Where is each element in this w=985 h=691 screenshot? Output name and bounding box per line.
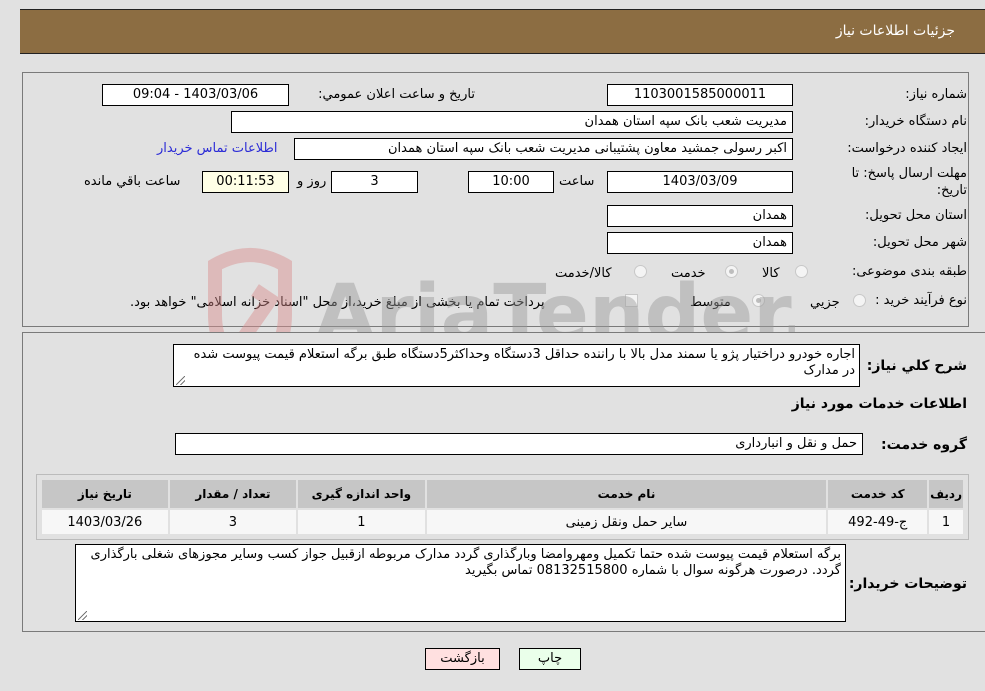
back-button[interactable]: بازگشت: [425, 648, 500, 670]
requester-field: اکبر رسولی جمشید معاون پشتیبانی مدیریت ش…: [294, 138, 793, 160]
purchase-type-label: نوع فرآیند خرید :: [875, 293, 967, 308]
col-header-service-code: کد خدمت: [826, 478, 930, 510]
resize-grip-icon[interactable]: [78, 611, 87, 620]
table-row: 1 ج-49-492 سایر حمل ونقل زمینی 1 3 1403/…: [40, 508, 965, 536]
treasury-checkbox[interactable]: [625, 294, 638, 307]
buyer-notes-label: توضيحات خريدار:: [848, 576, 967, 592]
col-header-unit: واحد اندازه گیری: [296, 478, 427, 510]
delivery-province-field: همدان: [607, 205, 793, 227]
buyer-org-field: مدیریت شعب بانک سپه استان همدان: [231, 111, 793, 133]
need-number-field: 1103001585000011: [607, 84, 793, 106]
services-heading: اطلاعات خدمات مورد نياز: [791, 396, 967, 412]
description-text: اجاره خودرو دراختیار پژو یا سمند مدل بال…: [193, 347, 855, 378]
requester-label: ایجاد کننده درخواست:: [847, 141, 967, 156]
description-textarea[interactable]: اجاره خودرو دراختیار پژو یا سمند مدل بال…: [173, 344, 860, 387]
cell-need-date: 1403/03/26: [40, 508, 170, 536]
delivery-city-field: همدان: [607, 232, 793, 254]
table-header-row: ردیف کد خدمت نام خدمت واحد اندازه گیری ت…: [40, 478, 965, 510]
category-radio-service[interactable]: [725, 265, 738, 278]
deadline-date-field: 1403/03/09: [607, 171, 793, 193]
col-header-need-date: تاریخ نیاز: [40, 478, 170, 510]
category-option-goods: کالا: [762, 266, 780, 281]
category-radio-goods[interactable]: [795, 265, 808, 278]
purchase-type-radio-minor[interactable]: [853, 294, 866, 307]
buyer-notes-textarea[interactable]: برگه استعلام قیمت پیوست شده حتما تکمیل و…: [75, 544, 846, 622]
purchase-type-option-medium: متوسط: [690, 295, 731, 310]
service-group-field: حمل و نقل و انبارداری: [175, 433, 863, 455]
category-label: طبقه بندی موضوعی:: [851, 264, 967, 279]
description-label: شرح کلي نياز:: [866, 358, 967, 374]
services-table: ردیف کد خدمت نام خدمت واحد اندازه گیری ت…: [40, 478, 965, 536]
days-label: روز و: [297, 174, 327, 189]
announce-datetime-field: 1403/03/06 - 09:04: [102, 84, 289, 106]
remaining-time-label: ساعت باقي مانده: [84, 174, 181, 189]
col-header-service-name: نام خدمت: [424, 478, 829, 510]
page-header: جزئیات اطلاعات نیاز: [20, 9, 985, 54]
cell-service-code: ج-49-492: [826, 508, 930, 536]
remaining-days-field: 3: [331, 171, 418, 193]
service-group-label: گروه خدمت:: [881, 437, 967, 453]
remaining-time-field: 00:11:53: [202, 171, 289, 193]
cell-quantity: 3: [167, 508, 299, 536]
deadline-time-label: ساعت: [559, 174, 595, 189]
buyer-notes-text: برگه استعلام قیمت پیوست شده حتما تکمیل و…: [90, 547, 841, 578]
page-title: جزئیات اطلاعات نیاز: [835, 23, 955, 39]
col-header-row-number: ردیف: [927, 478, 965, 510]
purchase-type-option-minor: جزيي: [810, 295, 840, 310]
buyer-contact-link[interactable]: اطلاعات تماس خریدار: [157, 141, 277, 156]
cell-service-name: سایر حمل ونقل زمینی: [424, 508, 829, 536]
resize-grip-icon[interactable]: [176, 376, 185, 385]
category-option-service: خدمت: [671, 266, 706, 281]
need-number-label: شماره نیاز:: [905, 87, 967, 102]
cell-unit: 1: [296, 508, 427, 536]
delivery-province-label: استان محل تحویل:: [865, 208, 967, 223]
announce-datetime-label: تاریخ و ساعت اعلان عمومي:: [318, 87, 475, 102]
deadline-time-field: 10:00: [468, 171, 554, 193]
buyer-org-label: نام دستگاه خریدار:: [864, 114, 967, 129]
category-option-goods-service: کالا/خدمت: [555, 266, 612, 281]
print-button[interactable]: چاپ: [519, 648, 581, 670]
treasury-note: پرداخت تمام یا بخشی از مبلغ خرید،از محل …: [130, 295, 545, 310]
col-header-quantity: تعداد / مقدار: [167, 478, 299, 510]
cell-row-number: 1: [927, 508, 965, 536]
category-radio-goods-service[interactable]: [634, 265, 647, 278]
purchase-type-radio-medium[interactable]: [752, 294, 765, 307]
deadline-label: مهلت ارسال پاسخ: تا تاریخ:: [851, 166, 967, 198]
delivery-city-label: شهر محل تحویل:: [872, 235, 967, 250]
